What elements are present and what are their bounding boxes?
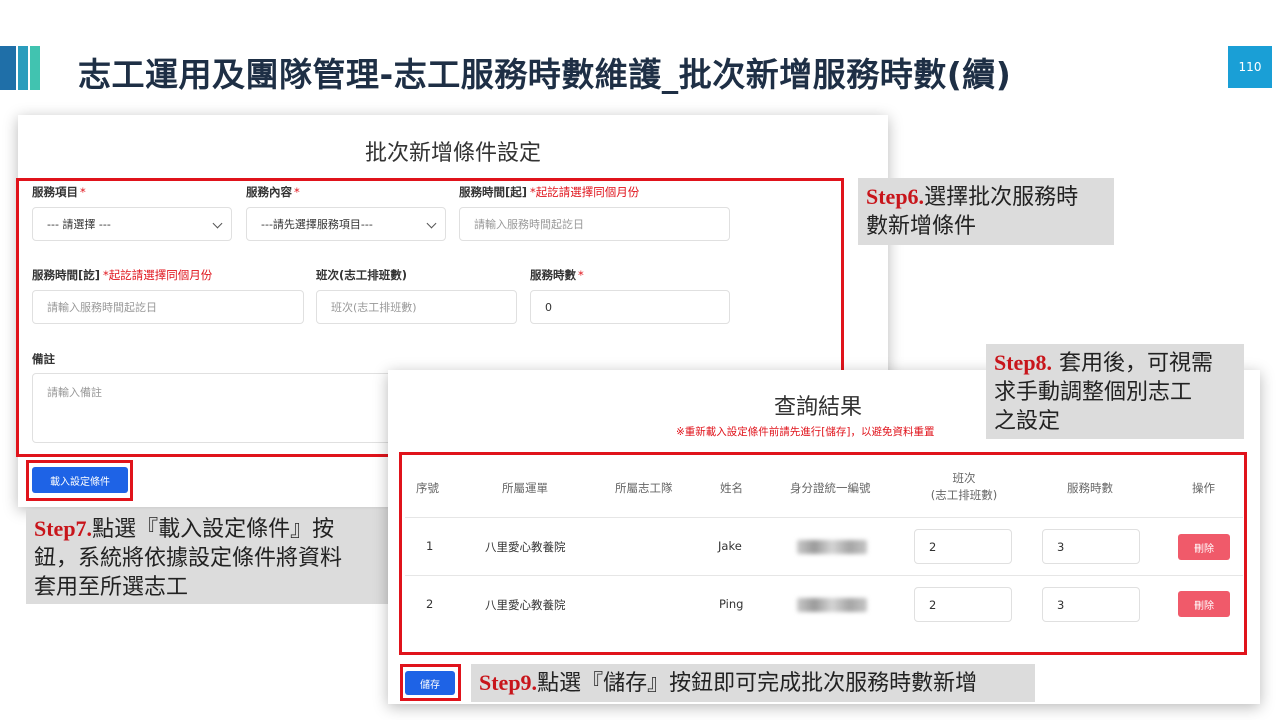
callout-text: 套用至所選志工 (34, 575, 189, 600)
row-name: Jake (718, 539, 742, 553)
note-label: 備註 (32, 352, 55, 366)
hint-text: *起訖請選擇同個月份 (530, 185, 640, 199)
label-text: 服務內容 (246, 185, 292, 199)
label-text: 服務時數 (530, 268, 576, 282)
step-label: Step8. (994, 350, 1053, 375)
row-name: Ping (719, 597, 744, 611)
column-header: 所屬運單 (502, 481, 548, 495)
label-text: 服務時間[訖] (32, 268, 101, 282)
callout-text: 套用後，可視需 (1052, 351, 1214, 376)
start-time-label: 服務時間[起] *起訖請選擇同個月份 (459, 184, 639, 200)
callout-text: 點選『載入設定條件』按 (92, 517, 335, 542)
hours-input[interactable]: 3 (1042, 529, 1140, 564)
callout-text: 選擇批次服務時 (924, 185, 1079, 210)
shift-input[interactable]: 2 (914, 587, 1012, 622)
chevron-down-icon (212, 218, 223, 229)
callout-text: 之設定 (994, 409, 1061, 434)
input-value: 2 (929, 597, 937, 612)
shift-label: 班次(志工排班數) (316, 268, 408, 282)
input-value: 3 (1057, 597, 1065, 612)
column-header: 所屬志工隊 (615, 481, 673, 495)
page-title: 志工運用及團隊管理-志工服務時數維護_批次新增服務時數(續) (78, 55, 1012, 94)
header-accent-bar (18, 46, 28, 90)
column-header: 操作 (1192, 481, 1215, 495)
step9-callout: Step9.點選『儲存』按鈕即可完成批次服務時數新增 (471, 664, 1035, 702)
column-header: 身分證統一編號 (790, 481, 871, 495)
reload-warning: ※重新載入設定條件前請先進行[儲存]，以避免資料重置 (676, 426, 935, 438)
hours-label: 服務時數 * (530, 267, 584, 283)
step-label: Step6. (866, 184, 925, 209)
highlight-box (26, 460, 133, 501)
header-line: (志工排班數) (930, 488, 998, 502)
required-mark: * (294, 185, 300, 199)
required-mark: * (80, 185, 86, 199)
delete-button[interactable]: 刪除 (1178, 534, 1230, 560)
end-time-input[interactable]: 請輸入服務時間起訖日 (32, 290, 304, 324)
input-value: 0 (545, 300, 552, 314)
input-value: 2 (929, 539, 937, 554)
input-placeholder: 班次(志工排班數) (331, 301, 417, 314)
row-unit: 八里愛心教養院 (485, 598, 566, 612)
shift-input[interactable]: 2 (914, 529, 1012, 564)
select-value: ---請先選擇服務項目--- (261, 218, 373, 231)
callout-text: 求手動調整個別志工 (994, 380, 1193, 405)
label-text: 服務時間[起] (459, 185, 528, 199)
column-header: 班次 (志工排班數) (928, 470, 1000, 504)
step7-callout: Step7.點選『載入設定條件』按 鈕，系統將依據設定條件將資料 套用至所選志工 (26, 510, 388, 604)
callout-text: 鈕，系統將依據設定條件將資料 (34, 546, 343, 571)
row-divider (405, 575, 1243, 576)
hint-text: *起訖請選擇同個月份 (103, 268, 213, 282)
callout-text: 數新增條件 (866, 214, 977, 239)
row-unit: 八里愛心教養院 (485, 540, 566, 554)
service-item-select[interactable]: --- 請選擇 --- (32, 207, 232, 241)
hours-input[interactable]: 0 (530, 290, 730, 324)
redacted-id (797, 598, 867, 612)
label-text: 服務項目 (32, 185, 78, 199)
step-label: Step7. (34, 516, 93, 541)
hours-input[interactable]: 3 (1042, 587, 1140, 622)
row-number: 2 (426, 597, 434, 611)
step8-callout: Step8. 套用後，可視需 求手動調整個別志工 之設定 (986, 344, 1244, 439)
redacted-id (797, 540, 867, 554)
callout-text: 點選『儲存』按鈕即可完成批次服務時數新增 (537, 671, 978, 696)
input-placeholder: 請輸入備註 (47, 386, 102, 399)
end-time-label: 服務時間[訖] *起訖請選擇同個月份 (32, 267, 212, 283)
input-placeholder: 請輸入服務時間起訖日 (474, 218, 584, 231)
column-header: 姓名 (720, 481, 743, 495)
page-number: 110 (1228, 46, 1272, 88)
results-title: 查詢結果 (774, 395, 863, 420)
input-placeholder: 請輸入服務時間起訖日 (47, 301, 157, 314)
delete-button[interactable]: 刪除 (1178, 591, 1230, 617)
service-content-label: 服務內容 * (246, 184, 300, 200)
row-number: 1 (426, 539, 434, 553)
column-header: 服務時數 (1067, 481, 1113, 495)
highlight-box (400, 664, 461, 701)
input-value: 3 (1057, 539, 1065, 554)
step-label: Step9. (479, 670, 538, 695)
required-mark: * (578, 268, 584, 282)
column-header: 序號 (416, 481, 439, 495)
start-time-input[interactable]: 請輸入服務時間起訖日 (459, 207, 730, 241)
service-content-select[interactable]: ---請先選擇服務項目--- (246, 207, 446, 241)
chevron-down-icon (426, 218, 437, 229)
row-divider (405, 517, 1243, 518)
shift-input[interactable]: 班次(志工排班數) (316, 290, 517, 324)
header-line: 班次 (952, 471, 976, 485)
header-accent-bar (0, 46, 16, 90)
panel-title: 批次新增條件設定 (364, 141, 541, 166)
header-accent-bar (30, 46, 40, 90)
step6-callout: Step6.選擇批次服務時 數新增條件 (858, 178, 1114, 245)
select-value: --- 請選擇 --- (47, 218, 111, 231)
service-item-label: 服務項目 * (32, 184, 86, 200)
